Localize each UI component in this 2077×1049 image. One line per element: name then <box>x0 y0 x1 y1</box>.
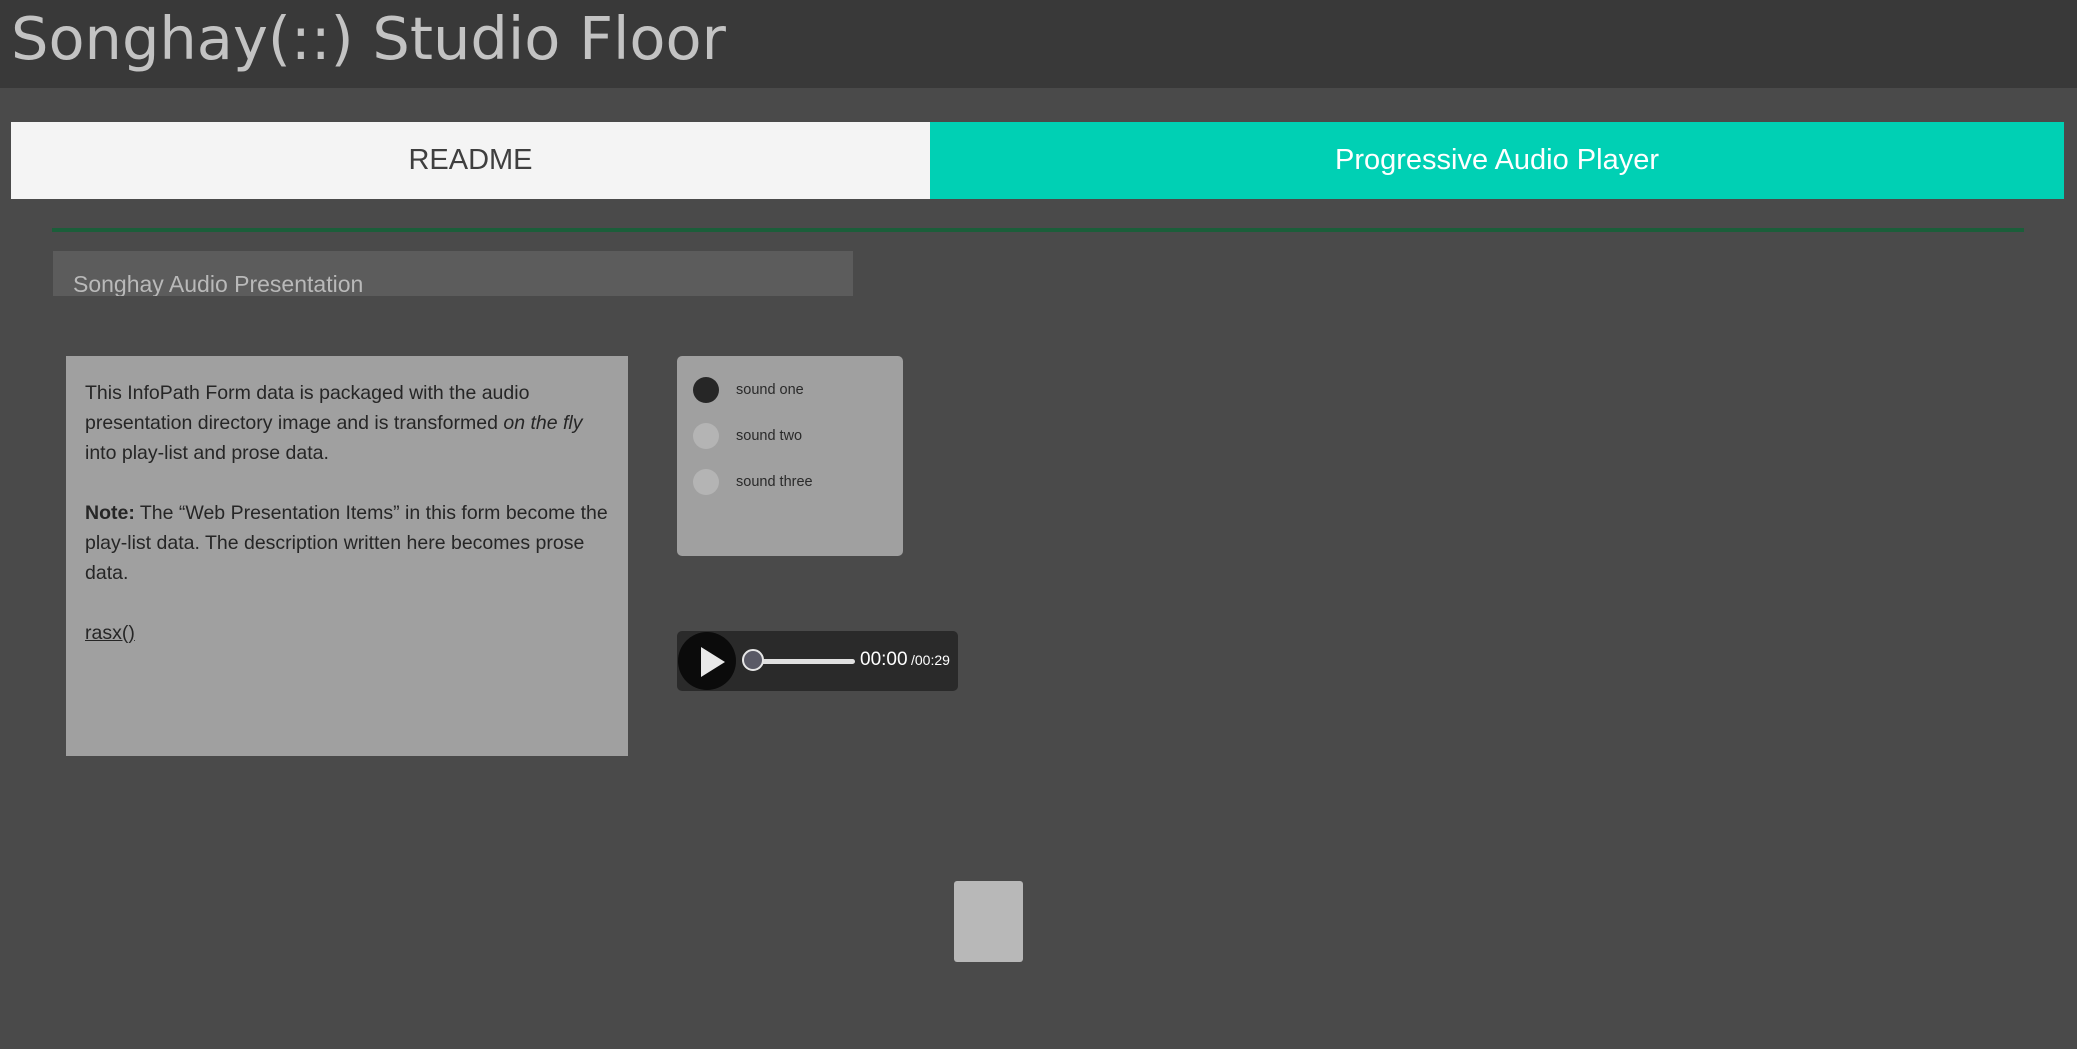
prose-emphasis: on the fly <box>503 412 583 434</box>
prose-text: into play-list and prose data. <box>85 442 329 464</box>
prose-note: Note: The “Web Presentation Items” in th… <box>85 498 609 588</box>
play-button[interactable] <box>678 632 736 690</box>
rasx-link[interactable]: rasx() <box>85 622 135 644</box>
play-icon <box>701 647 725 677</box>
note-label: Note: <box>85 502 135 524</box>
playlist-item-sound-one[interactable]: sound one <box>677 367 903 413</box>
tab-readme[interactable]: README <box>11 122 930 199</box>
prose-paragraph: This InfoPath Form data is packaged with… <box>85 378 609 468</box>
playlist-item-label: sound one <box>736 382 804 398</box>
presentation-title: Songhay Audio Presentation <box>53 251 853 296</box>
current-time: 00:00 <box>860 649 908 670</box>
note-text: The “Web Presentation Items” in this for… <box>85 502 608 584</box>
app-header: Songhay(::) Studio Floor <box>0 0 2077 88</box>
playlist-item-label: sound three <box>736 474 813 490</box>
app-title: Songhay(::) Studio Floor <box>11 4 726 73</box>
playlist-item-sound-two[interactable]: sound two <box>677 413 903 459</box>
playlist-panel: sound one sound two sound three <box>677 356 903 556</box>
prose-text: This InfoPath Form data is packaged with… <box>85 382 530 434</box>
tab-bar: README Progressive Audio Player <box>11 122 2064 199</box>
total-time: /00:29 <box>911 652 950 668</box>
radio-unselected-icon[interactable] <box>693 469 719 495</box>
placeholder-button[interactable] <box>954 881 1023 962</box>
radio-unselected-icon[interactable] <box>693 423 719 449</box>
seek-handle[interactable] <box>742 649 764 671</box>
prose-link-paragraph: rasx() <box>85 618 609 648</box>
playlist-item-label: sound two <box>736 428 803 444</box>
section-divider <box>52 228 2024 232</box>
audio-player: 00:00 /00:29 <box>677 631 958 691</box>
seek-bar[interactable] <box>755 659 855 664</box>
prose-panel: This InfoPath Form data is packaged with… <box>66 356 628 756</box>
playlist-item-sound-three[interactable]: sound three <box>677 459 903 505</box>
radio-selected-icon[interactable] <box>693 377 719 403</box>
tab-progressive-audio-player[interactable]: Progressive Audio Player <box>930 122 2064 199</box>
